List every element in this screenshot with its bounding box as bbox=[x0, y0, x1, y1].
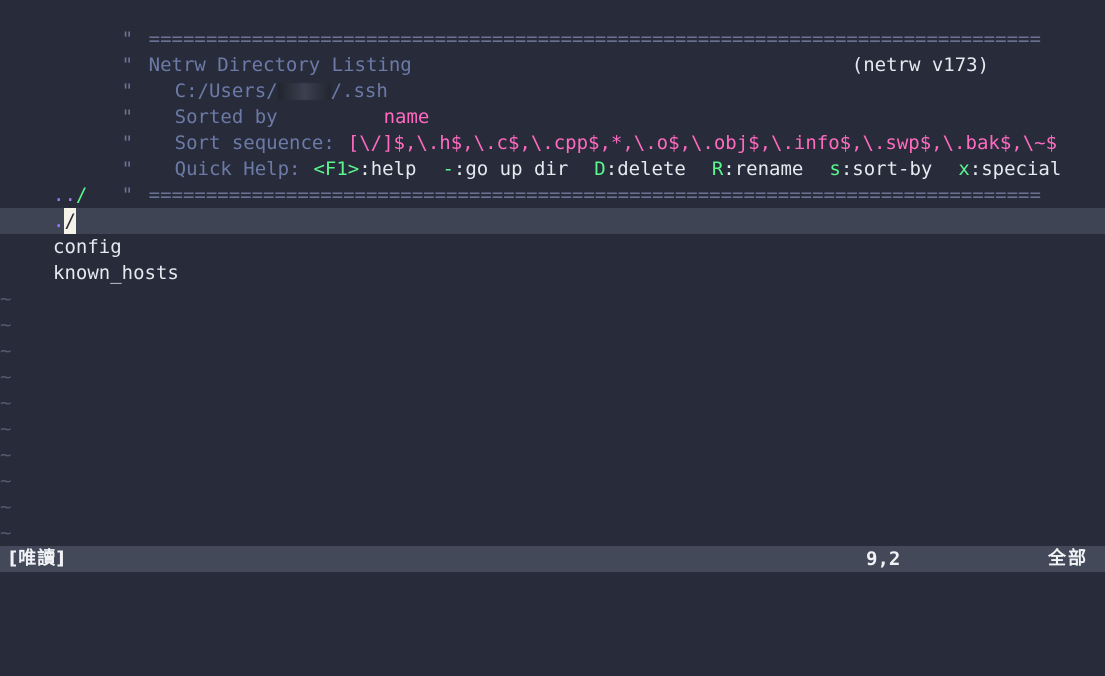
entry-dots: . bbox=[53, 210, 65, 232]
entry-slash: / bbox=[75, 184, 88, 206]
empty-line: ~ bbox=[0, 468, 1105, 494]
tilde-marker: ~ bbox=[0, 366, 12, 388]
empty-line: ~ bbox=[0, 364, 1105, 390]
empty-line: ~ bbox=[0, 338, 1105, 364]
command-line[interactable] bbox=[0, 572, 1105, 650]
directory-entry[interactable]: ../ bbox=[0, 182, 1105, 208]
tilde-marker: ~ bbox=[0, 288, 12, 310]
banner-quickhelp-line: " Quick Help: <F1>:help -:go up dir D:delete… bbox=[0, 130, 1105, 180]
entry-name: config bbox=[53, 236, 122, 258]
empty-line: ~ bbox=[0, 494, 1105, 520]
vim-window: " =======================================… bbox=[0, 0, 1105, 650]
status-line: [唯讀] 9,2 全部 bbox=[0, 546, 1105, 572]
tilde-marker: ~ bbox=[0, 470, 12, 492]
tilde-marker: ~ bbox=[0, 340, 12, 362]
empty-line: ~ bbox=[0, 390, 1105, 416]
status-ruler: 9,2 bbox=[866, 548, 901, 570]
tilde-marker: ~ bbox=[0, 444, 12, 466]
tilde-marker: ~ bbox=[0, 522, 12, 544]
tilde-marker: ~ bbox=[0, 392, 12, 414]
banner-sortsequence-line: " Sort sequence: [\/]$,\.h$,\.c$,\.cpp$,*,… bbox=[0, 104, 1105, 154]
empty-line: ~ bbox=[0, 442, 1105, 468]
status-readonly-flag: [唯讀] bbox=[9, 548, 66, 569]
status-scroll-position: 全部 bbox=[1048, 548, 1088, 569]
file-entry[interactable]: config bbox=[0, 234, 1105, 260]
empty-line: ~ bbox=[0, 416, 1105, 442]
banner-rule-top-line: " =======================================… bbox=[0, 0, 1105, 50]
empty-line: ~ bbox=[0, 286, 1105, 312]
entry-name: known_hosts bbox=[53, 262, 179, 284]
directory-entry[interactable]: ./ bbox=[0, 208, 1105, 234]
empty-line: ~ bbox=[0, 312, 1105, 338]
netrw-buffer[interactable]: " =======================================… bbox=[0, 0, 1105, 546]
tilde-marker: ~ bbox=[0, 418, 12, 440]
tilde-marker: ~ bbox=[0, 314, 12, 336]
banner-title-line: " Netrw Directory Listing (netrw v173) bbox=[0, 26, 1105, 76]
banner-sortedby-line: " Sorted by name bbox=[0, 78, 1105, 128]
directory-listing[interactable]: .././config known_hosts bbox=[0, 182, 1105, 286]
entry-dots: .. bbox=[53, 184, 76, 206]
banner-path-line: " C:/Users//.ssh bbox=[0, 52, 1105, 102]
cursor-block: / bbox=[64, 208, 76, 234]
file-entry[interactable]: known_hosts bbox=[0, 260, 1105, 286]
empty-line-markers: ~ ~ ~ ~ ~ ~ ~ ~ ~ ~ bbox=[0, 286, 1105, 546]
tilde-marker: ~ bbox=[0, 496, 12, 518]
banner-rule-bottom-line: " =======================================… bbox=[0, 156, 1105, 206]
empty-line: ~ bbox=[0, 520, 1105, 546]
